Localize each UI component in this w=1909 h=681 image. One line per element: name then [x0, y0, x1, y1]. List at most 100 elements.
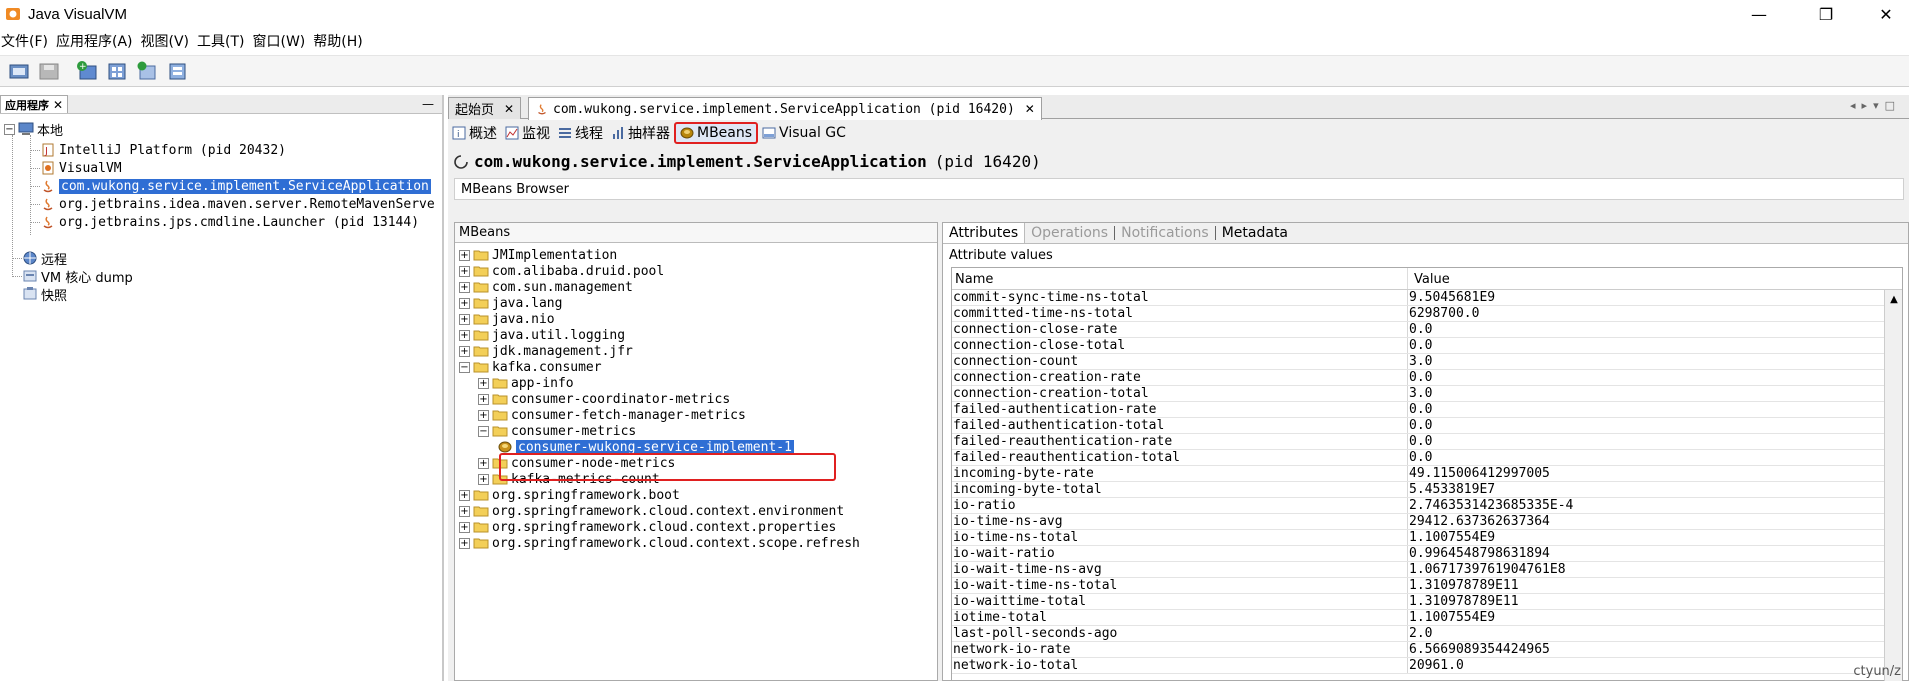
expand-icon[interactable]: + [459, 297, 470, 309]
expand-icon[interactable]: + [478, 377, 489, 389]
mbean-node[interactable]: + java.util.logging [459, 327, 625, 343]
applications-tab-close-icon[interactable]: ✕ [53, 98, 63, 112]
collapse-icon[interactable]: − [459, 361, 470, 373]
attribute-row[interactable]: connection-close-total 0.0 [952, 338, 1902, 354]
close-button[interactable]: ✕ [1863, 0, 1909, 28]
attribute-row[interactable]: connection-count 3.0 [952, 354, 1902, 370]
tree-node-app-selected[interactable]: com.wukong.service.implement.ServiceAppl… [40, 176, 431, 196]
mbean-node[interactable]: + jdk.management.jfr [459, 343, 633, 359]
expand-icon[interactable]: + [478, 457, 489, 469]
attribute-row[interactable]: commit-sync-time-ns-total 9.5045681E9 [952, 290, 1902, 306]
menu-view[interactable]: 视图(V) [140, 31, 193, 51]
attribute-row[interactable]: io-wait-time-ns-avg 1.0671739761904761E8 [952, 562, 1902, 578]
tab-overview[interactable]: i 概述 [448, 122, 501, 144]
tab-scroll-controls[interactable]: ◂▸▾□ [1850, 99, 1901, 112]
mbean-node[interactable]: + java.lang [459, 295, 562, 311]
attribute-row[interactable]: network-io-rate 6.5669089354424965 [952, 642, 1902, 658]
attribute-row[interactable]: io-ratio 2.7463531423685335E-4 [952, 498, 1902, 514]
attribute-row[interactable]: last-poll-seconds-ago 2.0 [952, 626, 1902, 642]
tab-attributes[interactable]: Attributes [943, 223, 1026, 243]
minimize-button[interactable]: — [1736, 0, 1782, 28]
attribute-row[interactable]: iotime-total 1.1007554E9 [952, 610, 1902, 626]
attribute-row[interactable]: io-wait-time-ns-total 1.310978789E11 [952, 578, 1902, 594]
collapse-icon[interactable]: − [478, 425, 489, 437]
expand-icon[interactable]: + [459, 249, 470, 261]
attribute-row[interactable]: io-wait-ratio 0.9964548798631894 [952, 546, 1902, 562]
tree-node-local[interactable]: − 本地 [4, 119, 63, 139]
attribute-row[interactable]: io-time-ns-avg 29412.637362637364 [952, 514, 1902, 530]
tab-visual-gc[interactable]: Visual GC [758, 122, 850, 144]
expand-icon[interactable]: + [459, 489, 470, 501]
mbean-node[interactable]: + JMImplementation [459, 247, 617, 263]
tab-sampler[interactable]: 抽样器 [607, 122, 674, 144]
open-snapshot-button[interactable] [6, 58, 32, 84]
tree-node-app[interactable]: J IntelliJ Platform (pid 20432) [40, 140, 286, 160]
menu-tools[interactable]: 工具(T) [196, 31, 247, 51]
mbean-node[interactable]: + org.springframework.boot [459, 487, 680, 503]
expand-icon[interactable]: + [459, 345, 470, 357]
mbean-node[interactable]: + com.alibaba.druid.pool [459, 263, 664, 279]
maximize-button[interactable]: ❐ [1803, 0, 1849, 28]
expand-icon[interactable]: + [459, 505, 470, 517]
tab-start-page[interactable]: 起始页 ✕ [448, 97, 522, 119]
panel-minimize-icon[interactable]: — [422, 97, 434, 111]
mbean-node[interactable]: − consumer-metrics [478, 423, 636, 439]
attribute-row[interactable]: network-io-total 20961.0 [952, 658, 1902, 674]
mbean-node[interactable]: + org.springframework.cloud.context.envir… [459, 503, 844, 519]
tree-node-remote[interactable]: 远程 [22, 248, 67, 268]
vertical-scrollbar[interactable]: ▲ [1884, 290, 1902, 681]
expand-icon[interactable]: + [478, 473, 489, 485]
mbean-node[interactable]: + consumer-fetch-manager-metrics [478, 407, 746, 423]
mbean-node[interactable]: + com.sun.management [459, 279, 633, 295]
expand-icon[interactable]: + [459, 329, 470, 341]
tree-node-vm-dump[interactable]: VM 核心 dump [22, 266, 133, 286]
mbean-node[interactable]: + consumer-coordinator-metrics [478, 391, 730, 407]
tab-operations[interactable]: Operations [1025, 223, 1114, 243]
attribute-row[interactable]: io-time-ns-total 1.1007554E9 [952, 530, 1902, 546]
tab-mbeans[interactable]: MBeans [674, 122, 759, 144]
thread-dump-button[interactable] [134, 58, 160, 84]
attribute-row[interactable]: incoming-byte-rate 49.115006412997005 [952, 466, 1902, 482]
attribute-row[interactable]: io-waittime-total 1.310978789E11 [952, 594, 1902, 610]
attribute-row[interactable]: connection-creation-rate 0.0 [952, 370, 1902, 386]
tab-close-icon[interactable]: ✕ [1025, 102, 1035, 116]
mbean-node[interactable]: + org.springframework.cloud.context.scope… [459, 535, 860, 551]
menu-application[interactable]: 应用程序(A) [55, 31, 136, 51]
save-snapshot-button[interactable] [36, 58, 62, 84]
column-header-name[interactable]: Name [952, 268, 1408, 289]
tab-close-icon[interactable]: ✕ [504, 102, 514, 116]
expand-icon[interactable]: + [459, 537, 470, 549]
tree-node-app[interactable]: org.jetbrains.jps.cmdline.Launcher (pid … [40, 212, 419, 232]
expand-icon[interactable]: + [459, 521, 470, 533]
attribute-row[interactable]: incoming-byte-total 5.4533819E7 [952, 482, 1902, 498]
column-header-value[interactable]: Value [1408, 268, 1902, 289]
collapse-icon[interactable]: − [4, 123, 15, 135]
applications-tab[interactable]: 应用程序 ✕ [0, 95, 69, 113]
menu-window[interactable]: 窗口(W) [252, 31, 309, 51]
expand-icon[interactable]: + [459, 281, 470, 293]
expand-icon[interactable]: + [459, 313, 470, 325]
attribute-row[interactable]: failed-authentication-total 0.0 [952, 418, 1902, 434]
attribute-row[interactable]: connection-creation-total 3.0 [952, 386, 1902, 402]
attribute-row[interactable]: failed-reauthentication-total 0.0 [952, 450, 1902, 466]
heap-dump-button[interactable] [104, 58, 130, 84]
tab-threads[interactable]: 线程 [554, 122, 607, 144]
expand-icon[interactable]: + [459, 265, 470, 277]
attribute-row[interactable]: failed-authentication-rate 0.0 [952, 402, 1902, 418]
mbean-node[interactable]: + org.springframework.cloud.context.prope… [459, 519, 836, 535]
tab-monitor[interactable]: 监视 [501, 122, 554, 144]
add-jmx-button[interactable]: + [74, 58, 100, 84]
expand-icon[interactable]: + [478, 409, 489, 421]
tree-node-snapshot[interactable]: 快照 [22, 284, 67, 304]
tree-node-app[interactable]: VisualVM [40, 158, 122, 178]
attribute-row[interactable]: connection-close-rate 0.0 [952, 322, 1902, 338]
snapshot-button[interactable] [164, 58, 190, 84]
tab-notifications[interactable]: Notifications [1115, 223, 1215, 243]
attribute-row[interactable]: committed-time-ns-total 6298700.0 [952, 306, 1902, 322]
attribute-row[interactable]: failed-reauthentication-rate 0.0 [952, 434, 1902, 450]
mbean-node[interactable]: + app-info [478, 375, 574, 391]
tab-metadata[interactable]: Metadata [1216, 223, 1294, 243]
expand-icon[interactable]: + [478, 393, 489, 405]
mbean-node[interactable]: − kafka.consumer [459, 359, 602, 375]
tab-application[interactable]: com.wukong.service.implement.ServiceAppl… [528, 97, 1042, 120]
